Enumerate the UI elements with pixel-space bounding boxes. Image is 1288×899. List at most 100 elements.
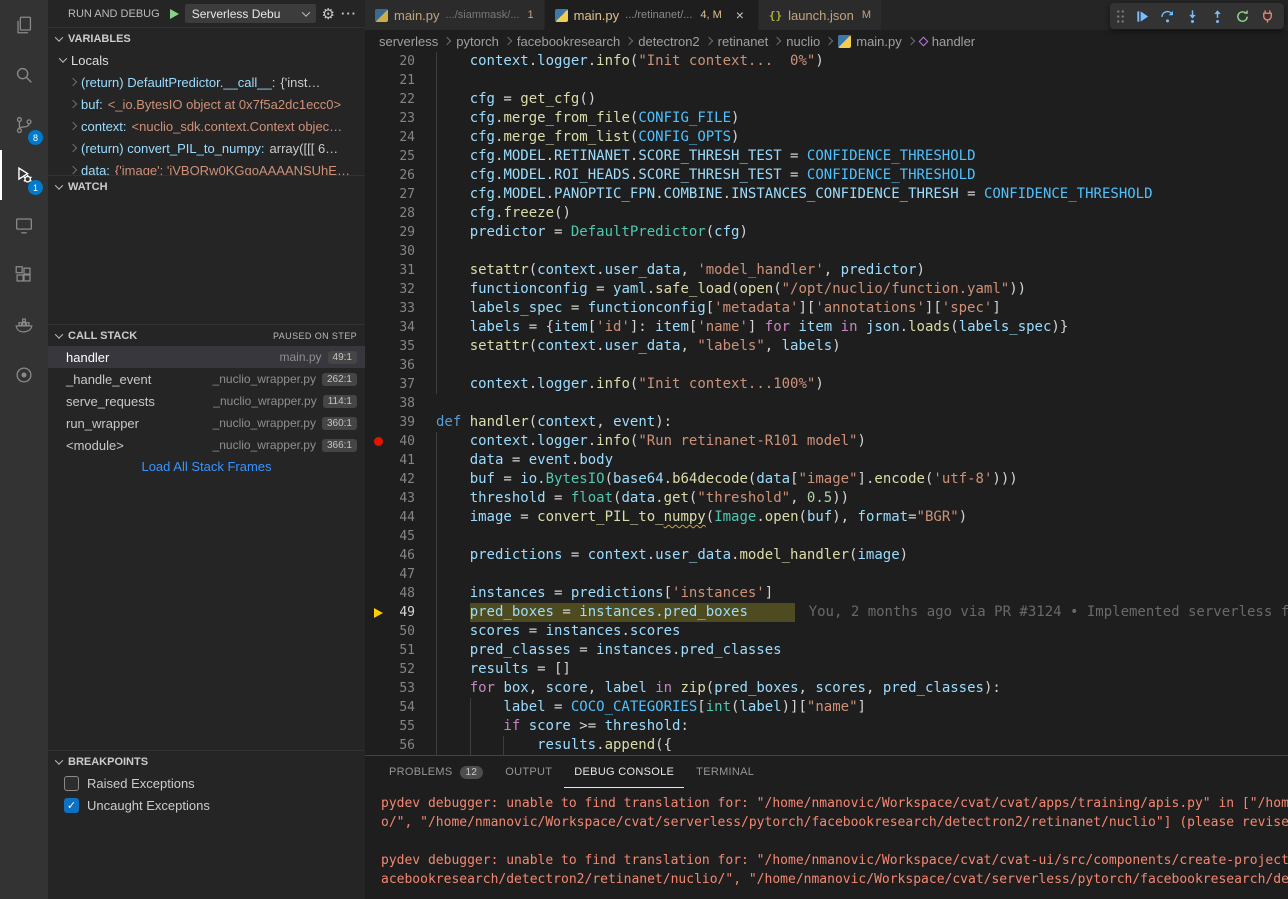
gutter-glyph-margin[interactable]: [365, 375, 391, 394]
code-line[interactable]: 42buf = io.BytesIO(base64.b64decode(data…: [365, 470, 1288, 489]
disconnect-button[interactable]: [1256, 5, 1278, 27]
line-number[interactable]: 49: [391, 603, 415, 622]
code-line[interactable]: 55if score >= threshold:: [365, 717, 1288, 736]
gutter-glyph-margin[interactable]: [365, 603, 391, 622]
code-line[interactable]: 41data = event.body: [365, 451, 1288, 470]
gutter-glyph-margin[interactable]: [365, 622, 391, 641]
line-number[interactable]: 55: [391, 717, 415, 736]
variables-section-header[interactable]: VARIABLES: [48, 27, 365, 49]
code-line[interactable]: 48instances = predictions['instances']: [365, 584, 1288, 603]
breadcrumb-item-serverless[interactable]: serverless: [379, 34, 438, 49]
chevron-right-icon[interactable]: [69, 100, 77, 108]
start-debug-icon[interactable]: [170, 9, 179, 19]
line-number[interactable]: 36: [391, 356, 415, 375]
chevron-right-icon[interactable]: [69, 144, 77, 152]
step-out-button[interactable]: [1206, 5, 1228, 27]
activity-circle-extension[interactable]: [0, 350, 48, 400]
line-number[interactable]: 41: [391, 451, 415, 470]
line-number[interactable]: 40: [391, 432, 415, 451]
code-line[interactable]: 49pred_boxes = instances.pred_boxesYou, …: [365, 603, 1288, 622]
gutter-glyph-margin[interactable]: [365, 52, 391, 71]
code-line[interactable]: 47: [365, 565, 1288, 584]
gutter-glyph-margin[interactable]: [365, 299, 391, 318]
stack-frame[interactable]: serve_requests_nuclio_wrapper.py114:1: [48, 390, 365, 412]
line-number[interactable]: 34: [391, 318, 415, 337]
gutter-glyph-margin[interactable]: [365, 584, 391, 603]
breadcrumb-item-retinanet[interactable]: retinanet: [718, 34, 769, 49]
line-number[interactable]: 30: [391, 242, 415, 261]
code-line[interactable]: 33labels_spec = functionconfig['metadata…: [365, 299, 1288, 318]
code-line[interactable]: 30: [365, 242, 1288, 261]
gutter-glyph-margin[interactable]: [365, 147, 391, 166]
gutter-glyph-margin[interactable]: [365, 432, 391, 451]
code-line[interactable]: 26cfg.MODEL.ROI_HEADS.SCORE_THRESH_TEST …: [365, 166, 1288, 185]
chevron-right-icon[interactable]: [69, 166, 77, 174]
gutter-glyph-margin[interactable]: [365, 641, 391, 660]
scope-locals[interactable]: Locals: [48, 49, 365, 71]
code-line[interactable]: 25cfg.MODEL.RETINANET.SCORE_THRESH_TEST …: [365, 147, 1288, 166]
line-number[interactable]: 45: [391, 527, 415, 546]
debug-config-dropdown[interactable]: Serverless Debu: [185, 4, 316, 23]
activity-extensions[interactable]: [0, 250, 48, 300]
line-number[interactable]: 32: [391, 280, 415, 299]
breadcrumb-item-nuclio[interactable]: nuclio: [786, 34, 820, 49]
line-number[interactable]: 33: [391, 299, 415, 318]
gutter-glyph-margin[interactable]: [365, 337, 391, 356]
gutter-glyph-margin[interactable]: [365, 394, 391, 413]
breadcrumb-item-facebookresearch[interactable]: facebookresearch: [517, 34, 620, 49]
code-line[interactable]: 52results = []: [365, 660, 1288, 679]
close-icon[interactable]: ×: [732, 7, 748, 23]
line-number[interactable]: 21: [391, 71, 415, 90]
breakpoint-icon[interactable]: [374, 437, 383, 446]
stack-frame[interactable]: handlermain.py49:1: [48, 346, 365, 368]
gutter-glyph-margin[interactable]: [365, 109, 391, 128]
code-line[interactable]: 50scores = instances.scores: [365, 622, 1288, 641]
line-number[interactable]: 20: [391, 52, 415, 71]
code-line[interactable]: 40context.logger.info("Run retinanet-R10…: [365, 432, 1288, 451]
breakpoint-row[interactable]: Raised Exceptions: [48, 772, 365, 794]
code-line[interactable]: 56results.append({: [365, 736, 1288, 755]
more-actions-icon[interactable]: ···: [341, 6, 357, 21]
line-number[interactable]: 51: [391, 641, 415, 660]
code-line[interactable]: 53for box, score, label in zip(pred_boxe…: [365, 679, 1288, 698]
gutter-glyph-margin[interactable]: [365, 508, 391, 527]
gutter-glyph-margin[interactable]: [365, 717, 391, 736]
activity-remote-explorer[interactable]: [0, 200, 48, 250]
gutter-glyph-margin[interactable]: [365, 698, 391, 717]
line-number[interactable]: 56: [391, 736, 415, 755]
breadcrumb-item-pytorch[interactable]: pytorch: [456, 34, 499, 49]
code-line[interactable]: 31setattr(context.user_data, 'model_hand…: [365, 261, 1288, 280]
step-over-button[interactable]: [1156, 5, 1178, 27]
drag-handle-icon[interactable]: [1116, 9, 1125, 24]
line-number[interactable]: 31: [391, 261, 415, 280]
panel-tab-terminal[interactable]: TERMINAL: [686, 756, 764, 788]
line-number[interactable]: 54: [391, 698, 415, 717]
variable-row[interactable]: data:{'image': 'iVBORw0KGgoAAAANSUhE…: [48, 159, 365, 175]
gutter-glyph-margin[interactable]: [365, 451, 391, 470]
code-line[interactable]: 28cfg.freeze(): [365, 204, 1288, 223]
code-line[interactable]: 43threshold = float(data.get("threshold"…: [365, 489, 1288, 508]
gear-icon[interactable]: ⚙: [322, 5, 335, 23]
code-line[interactable]: 39def handler(context, event):: [365, 413, 1288, 432]
line-number[interactable]: 47: [391, 565, 415, 584]
panel-tab-problems[interactable]: PROBLEMS12: [379, 756, 493, 788]
gutter-glyph-margin[interactable]: [365, 565, 391, 584]
call-stack-section-header[interactable]: CALL STACK PAUSED ON STEP: [48, 324, 365, 346]
tab-main-py[interactable]: main.py.../siammask/...1: [365, 0, 545, 30]
code-line[interactable]: 34labels = {item['id']: item['name'] for…: [365, 318, 1288, 337]
breadcrumb-item-detectron2[interactable]: detectron2: [638, 34, 699, 49]
gutter-glyph-margin[interactable]: [365, 128, 391, 147]
line-number[interactable]: 25: [391, 147, 415, 166]
load-all-stack-frames-link[interactable]: Load All Stack Frames: [48, 459, 365, 474]
gutter-glyph-margin[interactable]: [365, 489, 391, 508]
code-line[interactable]: 46predictions = context.user_data.model_…: [365, 546, 1288, 565]
code-line[interactable]: 21: [365, 71, 1288, 90]
code-line[interactable]: 37context.logger.info("Init context...10…: [365, 375, 1288, 394]
activity-search[interactable]: [0, 50, 48, 100]
line-number[interactable]: 52: [391, 660, 415, 679]
watch-section-header[interactable]: WATCH: [48, 175, 365, 197]
restart-button[interactable]: [1231, 5, 1253, 27]
code-line[interactable]: 44image = convert_PIL_to_numpy(Image.ope…: [365, 508, 1288, 527]
line-number[interactable]: 38: [391, 394, 415, 413]
gutter-glyph-margin[interactable]: [365, 90, 391, 109]
